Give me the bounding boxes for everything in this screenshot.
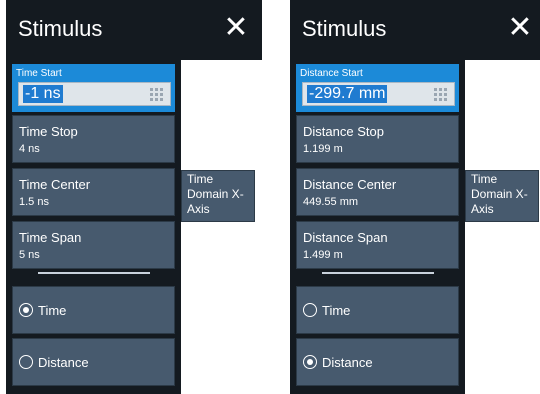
radio-icon xyxy=(303,303,317,317)
time-domain-x-axis-button[interactable]: Time Domain X-Axis xyxy=(181,170,255,222)
time-center-button[interactable]: Time Center 1.5 ns xyxy=(12,168,175,216)
distance-start-input[interactable]: -299.7 mm xyxy=(302,82,455,106)
distance-stop-button[interactable]: Distance Stop 1.199 m xyxy=(296,115,459,163)
radio-distance[interactable]: Distance xyxy=(296,338,459,386)
close-icon[interactable]: ✕ xyxy=(502,8,538,48)
time-stop-value: 4 ns xyxy=(19,143,40,155)
distance-center-label: Distance Center xyxy=(303,177,397,192)
separator xyxy=(38,272,150,274)
distance-start-label: Distance Start xyxy=(300,68,363,79)
stimulus-panel-time: Stimulus ✕ Time Start -1 ns Time Stop 4 … xyxy=(6,0,262,394)
distance-span-button[interactable]: Distance Span 1.499 m xyxy=(296,221,459,269)
radio-time[interactable]: Time xyxy=(12,286,175,334)
time-span-label: Time Span xyxy=(19,230,82,245)
time-start-button[interactable]: Time Start -1 ns xyxy=(12,64,175,112)
radio-time[interactable]: Time xyxy=(296,286,459,334)
distance-span-label: Distance Span xyxy=(303,230,388,245)
panel-header: Stimulus xyxy=(6,0,181,60)
radio-distance[interactable]: Distance xyxy=(12,338,175,386)
radio-time-label: Time xyxy=(38,303,67,318)
time-start-label: Time Start xyxy=(16,68,62,79)
distance-start-value: -299.7 mm xyxy=(307,85,388,103)
time-start-input[interactable]: -1 ns xyxy=(18,82,171,106)
time-center-value: 1.5 ns xyxy=(19,196,49,208)
keypad-icon[interactable] xyxy=(150,88,164,102)
time-domain-x-axis-button[interactable]: Time Domain X-Axis xyxy=(465,170,539,222)
close-icon[interactable]: ✕ xyxy=(218,8,254,48)
panel-header-extension: ✕ xyxy=(465,0,540,60)
keypad-icon[interactable] xyxy=(434,88,448,102)
time-center-label: Time Center xyxy=(19,177,91,192)
radio-distance-label: Distance xyxy=(322,355,373,370)
distance-center-button[interactable]: Distance Center 449.55 mm xyxy=(296,168,459,216)
panel-title: Stimulus xyxy=(302,16,387,41)
panel-title: Stimulus xyxy=(18,16,103,41)
panel-header: Stimulus xyxy=(290,0,465,60)
time-span-button[interactable]: Time Span 5 ns xyxy=(12,221,175,269)
radio-icon xyxy=(19,303,33,317)
panel-header-extension: ✕ xyxy=(181,0,262,60)
time-start-value: -1 ns xyxy=(23,85,63,103)
distance-stop-label: Distance Stop xyxy=(303,124,384,139)
radio-time-label: Time xyxy=(322,303,351,318)
distance-start-button[interactable]: Distance Start -299.7 mm xyxy=(296,64,459,112)
stimulus-panel-distance: Stimulus ✕ Distance Start -299.7 mm Dist… xyxy=(290,0,540,394)
radio-distance-label: Distance xyxy=(38,355,89,370)
time-stop-button[interactable]: Time Stop 4 ns xyxy=(12,115,175,163)
time-span-value: 5 ns xyxy=(19,249,40,261)
distance-center-value: 449.55 mm xyxy=(303,196,359,208)
distance-span-value: 1.499 m xyxy=(303,249,343,261)
time-stop-label: Time Stop xyxy=(19,124,78,139)
distance-stop-value: 1.199 m xyxy=(303,143,343,155)
radio-icon xyxy=(303,355,317,369)
radio-icon xyxy=(19,355,33,369)
separator xyxy=(322,272,434,274)
